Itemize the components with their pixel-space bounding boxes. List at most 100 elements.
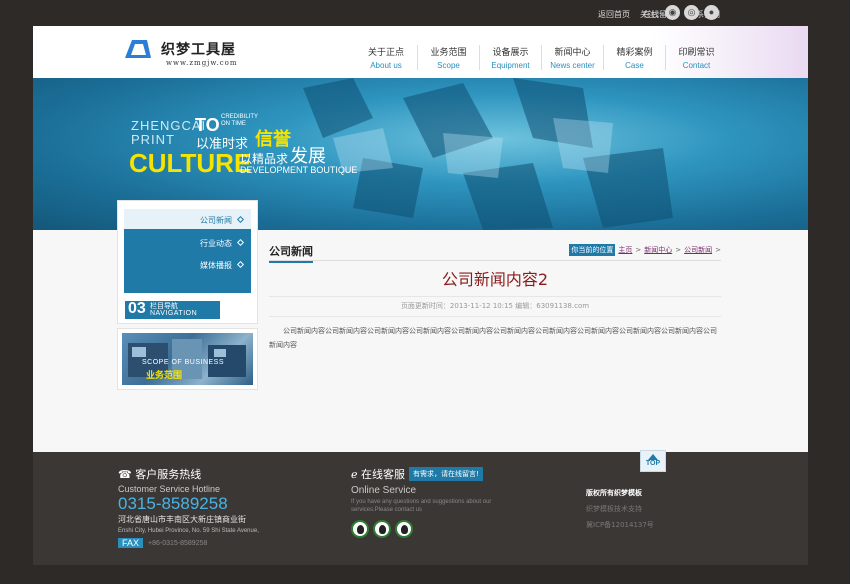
tencent-weibo-icon[interactable]: ◎ bbox=[684, 5, 699, 20]
nav-item-about[interactable]: 关于正点 About us bbox=[355, 45, 417, 70]
logo-text[interactable]: 织梦工具屋 bbox=[161, 39, 236, 59]
nav-item-case[interactable]: 精彩案例 Case bbox=[603, 45, 665, 70]
hotline-title: ☎ 客户服务热线 bbox=[118, 466, 259, 482]
nav-item-equipment[interactable]: 设备展示 Equipment bbox=[479, 45, 541, 70]
sidebar-item-label: 公司新闻 bbox=[200, 216, 232, 225]
banner-development: DEVELOPMENT BOUTIQUE bbox=[240, 165, 358, 175]
scope-image: SCOPE OF BUSINESS 业务范围 bbox=[122, 333, 253, 385]
online-title-text: 在线客服 bbox=[361, 468, 406, 481]
sidebar-item-company-news[interactable]: 公司新闻 bbox=[200, 215, 245, 226]
hotline-block: ☎ 客户服务热线 Customer Service Hotline 0315-8… bbox=[118, 466, 259, 548]
breadcrumb-tag: 你当前的位置 bbox=[569, 244, 616, 256]
home-link[interactable]: 返回首页 bbox=[598, 9, 630, 20]
nav-label-cn: 设备展示 bbox=[492, 48, 529, 58]
tech-support: 织梦模板技术支持 bbox=[586, 505, 642, 513]
diamond-icon bbox=[236, 215, 245, 224]
back-to-top-button[interactable]: TOP bbox=[640, 450, 666, 472]
fax-number: +86-0315-8589258 bbox=[148, 539, 208, 547]
banner-xinyu: 信誉 bbox=[255, 129, 291, 150]
sidebar-nav-en: NAVIGATION bbox=[150, 310, 198, 317]
nav-label-en: Scope bbox=[437, 61, 460, 70]
online-title: ℯ 在线客服 有需求，请在线留言! bbox=[351, 466, 511, 482]
online-tag[interactable]: 有需求，请在线留言! bbox=[409, 467, 483, 481]
nav-label-cn: 业务范围 bbox=[430, 48, 467, 58]
online-desc: If you have any questions and suggestion… bbox=[351, 499, 492, 513]
wechat-icon[interactable]: ● bbox=[704, 5, 719, 20]
icp-number[interactable]: 冀ICP备12014137号 bbox=[586, 520, 654, 530]
breadcrumb-company-news[interactable]: 公司新闻 bbox=[684, 245, 712, 255]
top-utility-bar: 返回首页 在线留言 联系我们 关注： ◉ ◎ ● bbox=[0, 0, 850, 26]
sidebar-menu: 公司新闻 行业动态 媒体播报 bbox=[124, 209, 251, 293]
article-headline: 公司新闻内容2 bbox=[441, 270, 549, 289]
nav-item-news[interactable]: 新闻中心 News center bbox=[541, 45, 603, 70]
weibo-icon[interactable]: ◉ bbox=[665, 5, 680, 20]
nav-label-en: Case bbox=[625, 61, 644, 70]
banner-texture-image bbox=[303, 78, 673, 230]
sidebar-nav-number: 03 bbox=[128, 300, 146, 317]
article-meta: 页面更新时间：2013-11-12 10:15 编辑：63091138.com bbox=[400, 302, 590, 310]
top-label: TOP bbox=[645, 460, 661, 467]
qq-icon[interactable] bbox=[395, 520, 413, 538]
fax-label: FAX bbox=[118, 538, 144, 548]
address-en: Enshi City, Hubei Province, No. 59 Shi S… bbox=[118, 528, 259, 534]
scope-banner[interactable]: SCOPE OF BUSINESS 业务范围 bbox=[117, 328, 258, 390]
nav-label-cn: 印刷常识 bbox=[678, 48, 715, 58]
online-service-block: ℯ 在线客服 有需求，请在线留言! Online Service If you h… bbox=[351, 466, 511, 538]
ie-icon: ℯ bbox=[351, 468, 362, 481]
nav-item-scope[interactable]: 业务范围 Scope bbox=[417, 45, 479, 70]
sidebar-item-label: 行业动态 bbox=[200, 239, 232, 248]
page-container: 织梦工具屋 www.zmgjw.com 关于正点 About us 业务范围 S… bbox=[33, 26, 808, 565]
nav-label-en: Contact bbox=[682, 61, 711, 70]
diamond-icon bbox=[236, 260, 245, 269]
scope-cn: 业务范围 bbox=[146, 371, 183, 381]
address-cn: 河北省唐山市丰南区大新庄镇商业街 bbox=[118, 515, 246, 524]
breadcrumb-sep: > bbox=[635, 246, 642, 254]
nav-label-en: News center bbox=[550, 61, 595, 70]
sidebar-nav: 公司新闻 行业动态 媒体播报 03 栏目导航 NAVIGATION bbox=[117, 200, 258, 324]
main-nav: 关于正点 About us 业务范围 Scope 设备展示 Equipment … bbox=[355, 45, 727, 70]
nav-label-cn: 精彩案例 bbox=[616, 48, 653, 58]
sidebar-item-industry[interactable]: 行业动态 bbox=[200, 238, 245, 249]
sidebar-item-label: 媒体播报 bbox=[200, 261, 232, 270]
fax-row: FAX +86-0315-8589258 bbox=[118, 538, 259, 548]
banner-credibility-line: CREDIBILITY bbox=[221, 114, 259, 120]
phone-icon: ☎ bbox=[118, 468, 136, 481]
logo-icon[interactable] bbox=[123, 38, 153, 60]
qq-icon[interactable] bbox=[373, 520, 391, 538]
breadcrumb-news-center[interactable]: 新闻中心 bbox=[644, 245, 672, 255]
nav-label-en: Equipment bbox=[491, 61, 530, 70]
title-divider bbox=[269, 260, 721, 261]
copyright: 版权所有织梦模板 bbox=[586, 489, 642, 497]
nav-label-cn: 新闻中心 bbox=[554, 48, 591, 58]
hotline-title-text: 客户服务热线 bbox=[135, 468, 202, 481]
follow-label: 关注： bbox=[640, 10, 664, 19]
banner-credibility: CREDIBILITY ON TIME bbox=[221, 114, 258, 128]
hotline-phone: 0315-8589258 bbox=[118, 494, 228, 513]
breadcrumb: 你当前的位置 主页 > 新闻中心 > 公司新闻 > bbox=[569, 244, 721, 256]
diamond-icon bbox=[236, 238, 245, 247]
qq-contacts bbox=[351, 520, 511, 538]
hotline-en: Customer Service Hotline bbox=[118, 484, 221, 494]
sidebar-heading-spacer bbox=[220, 301, 252, 319]
banner-ontime-line: ON TIME bbox=[221, 121, 246, 127]
site-footer: TOP ☎ 客户服务热线 Customer Service Hotline 03… bbox=[33, 450, 808, 565]
banner-print: PRINT bbox=[131, 132, 175, 147]
qq-icon[interactable] bbox=[351, 520, 369, 538]
scope-en: SCOPE OF BUSINESS bbox=[142, 359, 225, 366]
nav-label-cn: 关于正点 bbox=[367, 48, 404, 58]
breadcrumb-sep: > bbox=[675, 246, 682, 254]
banner-culture: CULTURE bbox=[129, 148, 252, 178]
online-en: Online Service bbox=[351, 485, 417, 496]
content-area: 公司新闻 行业动态 媒体播报 03 栏目导航 NAVIGATION SCOPE … bbox=[33, 200, 808, 452]
meta-divider-bottom bbox=[269, 316, 721, 317]
article-body: 公司新闻内容公司新闻内容公司新闻内容公司新闻内容公司新闻内容公司新闻内容公司新闻… bbox=[269, 327, 717, 349]
copyright-block: 版权所有织梦模板 织梦模板技术支持 冀ICP备12014137号 bbox=[586, 488, 654, 530]
nav-label-en: About us bbox=[370, 61, 402, 70]
site-header: 织梦工具屋 www.zmgjw.com 关于正点 About us 业务范围 S… bbox=[33, 26, 808, 78]
breadcrumb-home[interactable]: 主页 bbox=[618, 245, 632, 255]
logo-url: www.zmgjw.com bbox=[166, 59, 238, 67]
sidebar-item-media[interactable]: 媒体播报 bbox=[200, 260, 245, 271]
nav-item-contact[interactable]: 印刷常识 Contact bbox=[665, 45, 727, 70]
meta-divider bbox=[269, 296, 721, 297]
breadcrumb-sep: > bbox=[715, 246, 721, 254]
